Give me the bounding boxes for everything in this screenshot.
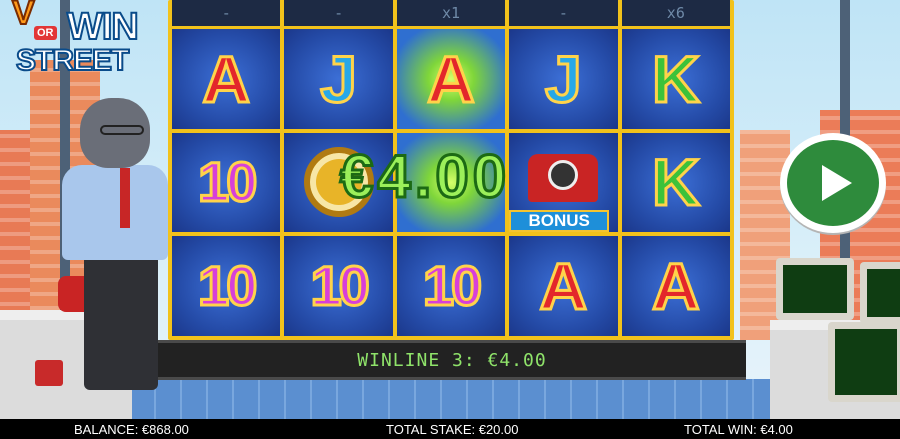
symbol-10: 10	[309, 254, 371, 318]
reel-cell: K	[621, 132, 730, 233]
status-bar: BALANCE: €868.00 TOTAL STAKE: €20.00 TOT…	[0, 419, 900, 439]
wolf-character-legs	[84, 255, 158, 390]
symbol-k: K	[650, 41, 701, 116]
computer-monitor	[828, 322, 900, 402]
logo-street: STREET	[15, 43, 130, 78]
symbol-j: J	[319, 41, 359, 116]
total-win-display: TOTAL WIN: €4.00	[684, 422, 793, 437]
wolf-character-glasses	[100, 125, 144, 135]
logo-win: WIN	[66, 5, 140, 49]
symbol-a: A	[650, 249, 701, 324]
reel-cell: K	[621, 29, 730, 129]
winline-text: WINLINE 3: €4.00	[357, 349, 547, 371]
coffee-mug	[35, 360, 63, 386]
game-scene: V OR WIN STREET - - x1 - x6 A J A J K 10	[0, 0, 900, 419]
spin-button[interactable]	[780, 133, 886, 233]
reel-cell: 10	[172, 236, 281, 336]
symbol-k: K	[650, 145, 701, 220]
winline-display: WINLINE 3: €4.00	[158, 340, 746, 380]
symbol-j: J	[544, 41, 584, 116]
telephone-icon	[518, 146, 608, 218]
wolf-character-tie	[120, 168, 130, 228]
reel-multiplier: x6	[621, 0, 731, 26]
reel-cell: A	[396, 29, 506, 129]
reel-multiplier: -	[284, 0, 393, 26]
wolf-character-body	[62, 165, 168, 260]
reel-cell: 10	[172, 132, 281, 233]
logo-or: OR	[34, 26, 57, 40]
multiplier-row: - - x1 - x6	[172, 0, 731, 26]
game-logo: V OR WIN STREET	[11, 0, 152, 90]
computer-monitor	[860, 262, 900, 324]
bonus-label: BONUS	[509, 210, 610, 233]
symbol-10: 10	[197, 150, 259, 214]
reel-cell: BONUS	[509, 132, 618, 233]
total-stake-display: TOTAL STAKE: €20.00	[386, 422, 519, 437]
win-amount-overlay: €4.00	[338, 142, 511, 212]
reel-cell: A	[621, 236, 730, 336]
symbol-10: 10	[421, 254, 483, 318]
symbol-a: A	[538, 249, 589, 324]
logo-word-1: V	[11, 0, 36, 33]
symbol-a: A	[201, 41, 252, 116]
symbol-10: 10	[197, 254, 259, 318]
reel-cell: J	[284, 29, 393, 129]
balance-display: BALANCE: €868.00	[74, 422, 189, 437]
reel-cell: A	[172, 29, 281, 129]
reel-multiplier: -	[172, 0, 281, 26]
reel-cell: A	[509, 236, 618, 336]
play-icon	[822, 165, 852, 201]
reel-cell: 10	[396, 236, 506, 336]
reel-cell: J	[509, 29, 618, 129]
reel-multiplier: -	[509, 0, 618, 26]
reel-cell: 10	[284, 236, 393, 336]
computer-monitor	[776, 258, 854, 320]
reel-multiplier: x1	[396, 0, 506, 26]
symbol-a: A	[426, 41, 477, 116]
